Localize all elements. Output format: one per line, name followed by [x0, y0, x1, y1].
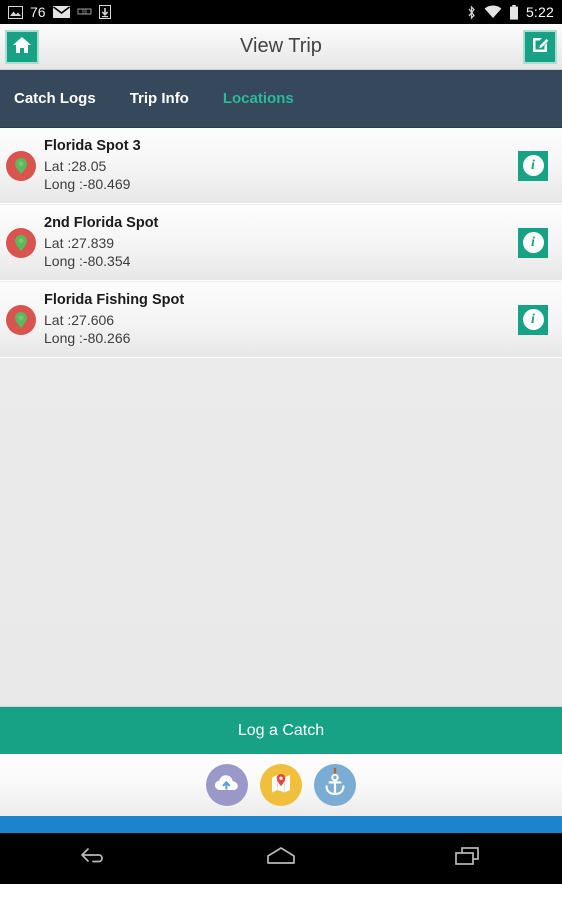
- location-info: 2nd Florida Spot Lat :27.839 Long :-80.3…: [42, 214, 518, 271]
- location-row[interactable]: Florida Spot 3 Lat :28.05 Long :-80.469 …: [0, 128, 562, 204]
- anchor-button[interactable]: [314, 764, 356, 806]
- recents-icon: [453, 845, 483, 872]
- home-icon: [264, 845, 298, 872]
- location-name: Florida Spot 3: [44, 138, 141, 155]
- home-icon: [12, 36, 32, 59]
- pin-wrapper: [0, 227, 42, 258]
- nav-home-button[interactable]: [246, 839, 316, 879]
- location-long: Long :-80.469: [44, 176, 131, 193]
- location-info: Florida Fishing Spot Lat :27.606 Long :-…: [42, 291, 518, 348]
- status-time: 5:22: [525, 4, 554, 20]
- blue-accent-strip: [0, 816, 562, 833]
- info-icon: i: [522, 155, 544, 176]
- android-status-bar: 76 96 5:22: [0, 0, 562, 24]
- tab-catch-logs[interactable]: Catch Logs: [12, 86, 98, 111]
- location-info-button[interactable]: i: [518, 304, 548, 335]
- bottom-dock: [0, 754, 562, 816]
- info-icon: i: [522, 232, 544, 253]
- status-bar-left: 76 96: [8, 4, 111, 20]
- location-info: Florida Spot 3 Lat :28.05 Long :-80.469: [42, 137, 518, 194]
- info-icon: i: [522, 309, 544, 330]
- cloud-upload-button[interactable]: [206, 764, 248, 806]
- location-lat: Lat :27.606: [44, 311, 115, 328]
- tab-locations[interactable]: Locations: [221, 86, 296, 111]
- download-icon: [98, 5, 111, 19]
- bluetooth-icon: [466, 4, 477, 20]
- map-pin-icon: [268, 771, 294, 800]
- signal-icon: 96: [77, 6, 92, 18]
- location-row[interactable]: Florida Fishing Spot Lat :27.606 Long :-…: [0, 282, 562, 358]
- battery-icon: [509, 4, 519, 20]
- map-pin-icon: [6, 304, 36, 335]
- map-pin-icon: [6, 227, 36, 258]
- location-long: Long :-80.354: [44, 253, 131, 270]
- status-bar-right: 5:22: [466, 4, 554, 20]
- cloud-upload-icon: [214, 773, 240, 798]
- location-lat: Lat :28.05: [44, 157, 107, 174]
- location-name: 2nd Florida Spot: [44, 215, 159, 232]
- pin-wrapper: [0, 304, 42, 335]
- location-long: Long :-80.266: [44, 330, 131, 347]
- wifi-icon: [484, 5, 502, 19]
- location-lat: Lat :27.839: [44, 234, 115, 251]
- location-row[interactable]: 2nd Florida Spot Lat :27.839 Long :-80.3…: [0, 205, 562, 281]
- location-info-button[interactable]: i: [518, 227, 548, 258]
- edit-button[interactable]: [523, 30, 557, 64]
- location-name: Florida Fishing Spot: [44, 292, 185, 309]
- log-a-catch-button[interactable]: Log a Catch: [0, 706, 562, 754]
- page-title: View Trip: [240, 35, 322, 57]
- anchor-icon: [322, 767, 348, 803]
- map-pin-icon: [6, 150, 36, 181]
- tab-trip-info[interactable]: Trip Info: [128, 86, 191, 111]
- title-bar: View Trip: [0, 24, 562, 70]
- back-icon: [79, 845, 109, 872]
- tab-bar: Catch Logs Trip Info Locations: [0, 70, 562, 128]
- mail-icon: [52, 6, 70, 18]
- image-icon: [8, 5, 23, 19]
- pin-wrapper: [0, 150, 42, 181]
- svg-text:96: 96: [81, 10, 87, 16]
- nav-back-button[interactable]: [59, 839, 129, 879]
- location-info-button[interactable]: i: [518, 150, 548, 181]
- status-count: 76: [30, 4, 46, 20]
- edit-icon: [530, 35, 550, 60]
- map-pin-button[interactable]: [260, 764, 302, 806]
- home-button[interactable]: [5, 30, 39, 64]
- android-nav-bar: [0, 833, 562, 884]
- app-window: 76 96 5:22 View Trip Catch Logs Trip Inf…: [0, 0, 562, 900]
- nav-recents-button[interactable]: [433, 839, 503, 879]
- locations-list: Florida Spot 3 Lat :28.05 Long :-80.469 …: [0, 128, 562, 706]
